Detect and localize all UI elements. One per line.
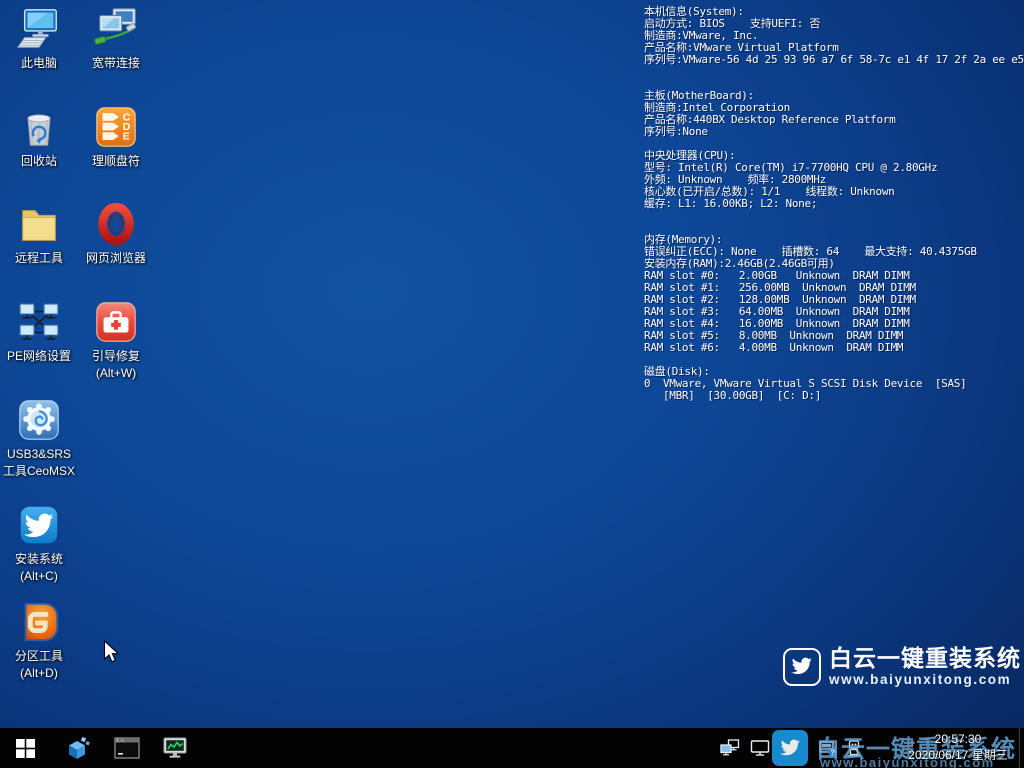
network-icon [16, 299, 62, 345]
icon-label: 分区工具 [0, 648, 78, 665]
icon-label: 理顺盘符 [77, 153, 155, 170]
broadband-icon [93, 6, 139, 52]
icon-label: 安装系统 [0, 551, 78, 568]
svg-text:C:\: C:\ [117, 738, 125, 743]
unknown-device-icon[interactable]: ? [818, 739, 838, 763]
icon-label: 回收站 [0, 153, 78, 170]
windows-logo-icon [16, 739, 35, 758]
drive-letters-icon: CDE [93, 104, 139, 150]
task-manager-icon [162, 736, 188, 760]
watermark-title: 白云一键重装系统 [829, 645, 1021, 671]
desktop-icon-this-pc[interactable]: 此电脑 [0, 6, 78, 72]
desktop-icon-partition-tool[interactable]: 分区工具 (Alt+D) [0, 599, 78, 682]
desktop-icon-boot-repair[interactable]: 引导修复 (Alt+W) [77, 299, 155, 382]
svg-text:?: ? [831, 749, 835, 756]
boot-repair-icon [93, 299, 139, 345]
twitter-bird-icon [779, 737, 802, 760]
svg-text:E: E [123, 130, 130, 142]
brand-watermark: 白云一键重装系统 www.baiyunxitong.com [783, 645, 1021, 688]
partition-tool-icon [16, 599, 62, 645]
icon-label: 此电脑 [0, 55, 78, 72]
desktop-icon-install-system[interactable]: 安装系统 (Alt+C) [0, 502, 78, 585]
recycle-bin-icon [16, 104, 62, 150]
show-desktop-button[interactable] [1019, 728, 1024, 768]
assistant-tray-icon[interactable] [845, 739, 863, 763]
taskbar: C:\ [0, 728, 1024, 768]
icon-sublabel: (Alt+W) [77, 365, 155, 382]
icon-sublabel: (Alt+D) [0, 665, 78, 682]
watermark-url: www.baiyunxitong.com [829, 671, 1021, 688]
system-info-text: 本机信息(System): 启动方式: BIOS 支持UEFI: 否 制造商:V… [644, 6, 1024, 402]
icon-label: 宽带连接 [77, 55, 155, 72]
install-system-icon [16, 502, 62, 548]
taskbar-item-cmd[interactable]: C:\ [104, 728, 150, 768]
desktop-icon-broadband[interactable]: 宽带连接 [77, 6, 155, 72]
display-icon[interactable] [750, 739, 770, 762]
icon-label: PE网络设置 [0, 348, 78, 365]
taskbar-item-registry[interactable] [55, 728, 101, 768]
clock-time: 20:57:30 [902, 731, 1014, 747]
desktop-icon-pe-network[interactable]: PE网络设置 [0, 299, 78, 365]
twitter-bird-icon [790, 655, 814, 679]
usb-tool-icon [16, 397, 62, 443]
icon-label: 引导修复 [77, 348, 155, 365]
start-button[interactable] [2, 728, 48, 768]
icon-sublabel: (Alt+C) [0, 568, 78, 585]
icon-label: USB3&SRS [0, 446, 78, 463]
desktop-icon-recycle-bin[interactable]: 回收站 [0, 104, 78, 170]
cmd-icon: C:\ [114, 737, 140, 759]
taskbar-watermark-logo [772, 730, 808, 766]
registry-cube-icon [66, 736, 91, 761]
mouse-cursor [103, 640, 121, 670]
desktop-icon-usb3-srs-tool[interactable]: USB3&SRS 工具CeoMSX [0, 397, 78, 480]
desktop-icon-remote-tools[interactable]: 远程工具 [0, 201, 78, 267]
desktop-icon-web-browser[interactable]: 网页浏览器 [77, 201, 155, 267]
watermark-logo-box [783, 648, 821, 686]
this-pc-icon [16, 6, 62, 52]
network-status-icon[interactable] [720, 739, 740, 762]
taskbar-item-task-manager[interactable] [152, 728, 198, 768]
clock-date: 2020/06/17 星期三 [902, 747, 1014, 763]
icon-sublabel: 工具CeoMSX [0, 463, 78, 480]
desktop: { "system_info": { "lines": [ "本机信息(Syst… [0, 0, 1024, 768]
icon-label: 网页浏览器 [77, 250, 155, 267]
taskbar-clock[interactable]: 20:57:30 2020/06/17 星期三 [902, 731, 1014, 763]
folder-icon [16, 201, 62, 247]
opera-browser-icon [93, 201, 139, 247]
icon-label: 远程工具 [0, 250, 78, 267]
desktop-icon-drive-letters[interactable]: CDE 理顺盘符 [77, 104, 155, 170]
